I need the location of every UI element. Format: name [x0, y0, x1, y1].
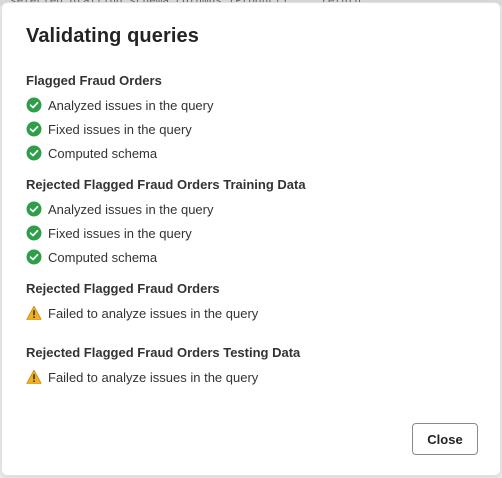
close-button[interactable]: Close [412, 423, 478, 455]
step-text: Analyzed issues in the query [48, 201, 214, 217]
validating-queries-dialog: Validating queries Flagged Fraud Orders … [1, 2, 501, 476]
check-circle-icon [26, 225, 42, 241]
step-item: Failed to analyze issues in the query [26, 368, 258, 386]
check-circle-icon [26, 201, 42, 217]
step-item: Analyzed issues in the query [26, 200, 213, 218]
step-text: Computed schema [48, 145, 158, 161]
step-item: Failed to analyze issues in the query [26, 304, 258, 322]
step-item: Fixed issues in the query [26, 120, 192, 138]
step-text: Failed to analyze issues in the query [48, 369, 259, 385]
step-text: Fixed issues in the query [48, 225, 192, 241]
step-item: Computed schema [26, 248, 157, 266]
warning-icon [26, 369, 42, 384]
step-text: Fixed issues in the query [48, 121, 192, 137]
step-text: Computed schema [48, 249, 158, 265]
group-title-testing-data: Rejected Flagged Fraud Orders Testing Da… [26, 345, 301, 360]
check-circle-icon [26, 249, 42, 265]
dialog-title: Validating queries [26, 25, 199, 47]
step-item: Fixed issues in the query [26, 224, 192, 242]
check-circle-icon [26, 121, 42, 137]
check-circle-icon [26, 97, 42, 113]
step-text: Analyzed issues in the query [48, 97, 214, 113]
group-title-rejected-flagged-fraud-orders: Rejected Flagged Fraud Orders [26, 281, 220, 296]
check-circle-icon [26, 145, 42, 161]
group-title-training-data: Rejected Flagged Fraud Orders Training D… [26, 177, 306, 192]
step-text: Failed to analyze issues in the query [48, 305, 259, 321]
group-title-flagged-fraud-orders: Flagged Fraud Orders [26, 73, 162, 88]
warning-icon [26, 305, 42, 320]
step-item: Computed schema [26, 144, 157, 162]
step-item: Analyzed issues in the query [26, 96, 213, 114]
